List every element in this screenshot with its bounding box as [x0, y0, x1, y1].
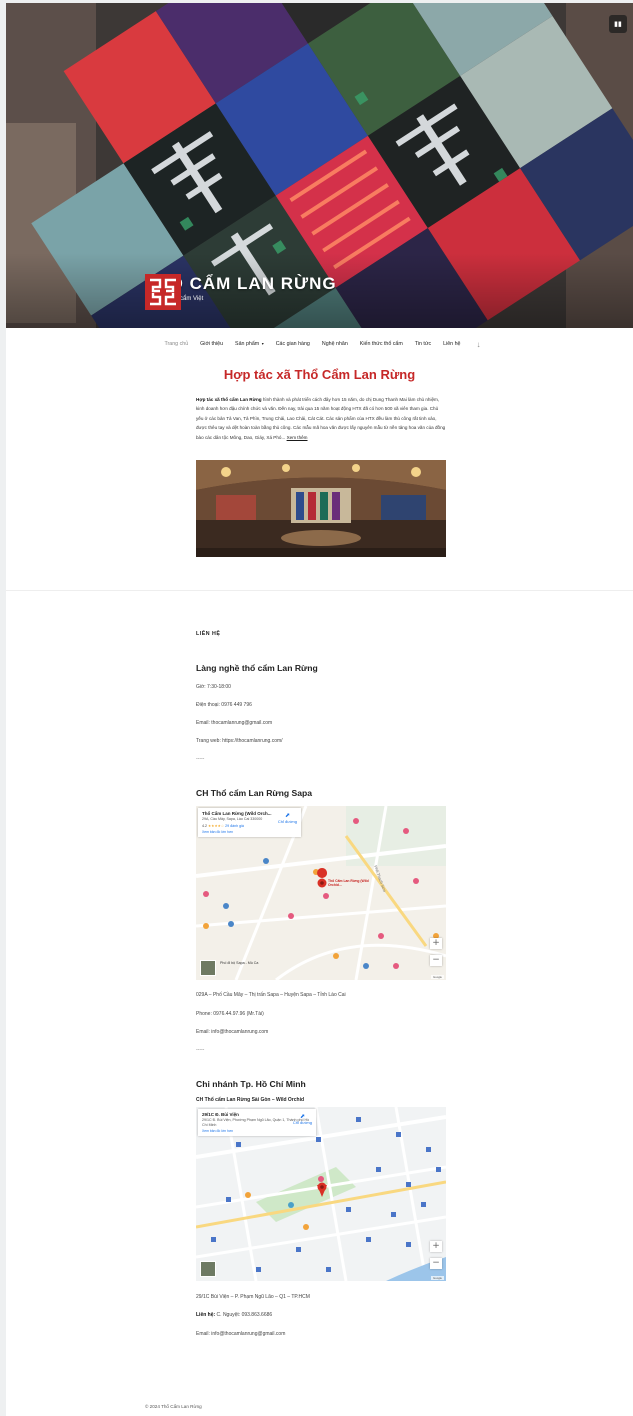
nav-item-news[interactable]: Tin tức: [415, 341, 431, 347]
zoom-in-button[interactable]: +: [430, 1241, 442, 1252]
hcm-email: Email: info@thocamlanrung@gmail.com: [196, 1331, 286, 1337]
site-logo[interactable]: [145, 274, 181, 310]
star-icon: ★★★★☆: [208, 823, 225, 828]
section-divider: [6, 590, 633, 591]
larger-map-link[interactable]: Xem bản đồ lớn hơn: [202, 1129, 312, 1133]
hcm-contact-label: Liên hệ:: [196, 1312, 216, 1318]
satellite-thumbnail[interactable]: [200, 1261, 216, 1277]
separator: -----: [196, 756, 205, 762]
map-attribution: Google: [430, 975, 444, 979]
map-info-card: Thổ Cẩm Lan Rừng (Wild Orch... 29A, Cầu …: [198, 808, 301, 837]
read-more-link[interactable]: Xem thêm: [287, 435, 308, 440]
footer-copyright: © 2024 Thổ Cẩm Lan Rừng: [145, 1404, 202, 1409]
contact-section-label: LIÊN HỆ: [196, 631, 221, 637]
sapa-email: Email: info@thocamlanrung.com: [196, 1029, 269, 1035]
hcm-address: 29/1C Bùi Viện – P. Phạm Ngũ Lão – Q1 – …: [196, 1294, 310, 1300]
hcm-map[interactable]: 29/1C Đ. Bùi Viện 29/1C Đ. Bùi Viện, Phư…: [196, 1107, 446, 1281]
village-email: Email: thocamlanrung@gmail.com: [196, 720, 273, 726]
directions-button[interactable]: ⬈ Chỉ đường: [293, 1113, 312, 1125]
sapa-address: 029A – Phố Cầu Mây – Thị trấn Sapa – Huy…: [196, 992, 346, 998]
store-interior-image: [196, 460, 446, 557]
nav-item-products[interactable]: Sản phẩm ▾: [235, 341, 264, 347]
rating-value: 4.2: [202, 823, 207, 828]
map-info-card: 29/1C Đ. Bùi Viện 29/1C Đ. Bùi Viện, Phư…: [198, 1109, 316, 1137]
village-hours: Giờ: 7:30-18:00: [196, 684, 231, 690]
directions-icon: ⬈: [284, 813, 290, 819]
chevron-down-icon: ▾: [261, 341, 264, 346]
menu-icon[interactable]: ▮▮: [609, 15, 627, 33]
hcm-contact: Liên hệ: C. Nguyệt: 093.863.6686: [196, 1312, 272, 1318]
site-branding: THỔ CẨM LAN RỪNG Làm nên thổ cẩm Việt: [145, 274, 337, 310]
village-title: Làng nghề thổ cẩm Lan Rừng: [196, 663, 318, 673]
main-navigation: Trang chủ Giới thiệu Sản phẩm ▾ Các gian…: [6, 331, 633, 357]
directions-button[interactable]: ⬈ Chỉ đường: [278, 812, 297, 824]
zoom-out-button[interactable]: −: [430, 1258, 442, 1269]
hcm-store-subtitle: CH Thổ cẩm Lan Rừng Sài Gòn – Wild Orchi…: [196, 1097, 305, 1103]
nav-item-knowledge[interactable]: Kiến thức thổ cẩm: [360, 341, 403, 347]
zoom-out-button[interactable]: −: [430, 955, 442, 966]
nav-item-about[interactable]: Giới thiệu: [200, 341, 223, 347]
directions-label: Chỉ đường: [292, 1120, 312, 1125]
separator: -----: [196, 1047, 205, 1053]
intro-body: hình thành và phát triển cách đây hơn 15…: [196, 397, 446, 440]
hero-banner: ▮▮ THỔ CẨM LAN RỪNG Làm nên thổ cẩm Việt: [6, 3, 633, 328]
zoom-in-button[interactable]: +: [430, 938, 442, 949]
village-website: Trang web: https://thocamlanrung.com/: [196, 738, 283, 744]
sapa-map[interactable]: Phố Thạch Sơn Thổ Cẩm Lan Rừng (Wild Orc…: [196, 806, 446, 980]
page: ▮▮ THỔ CẨM LAN RỪNG Làm nên thổ cẩm Việt…: [6, 3, 633, 1416]
nav-item-stores[interactable]: Các gian hàng: [276, 341, 310, 347]
review-count[interactable]: 29 đánh giá: [225, 824, 244, 828]
village-phone: Điện thoại: 0976 449 796: [196, 702, 252, 708]
intro-text: Hợp tác xã thổ cẩm Lan Rừng hình thành v…: [196, 395, 446, 442]
sapa-phone: Phone: 0976.44.97.96 (Mr.Tài): [196, 1011, 264, 1017]
map-pin-label[interactable]: Thổ Cẩm Lan Rừng (Wild Orchid...: [328, 879, 378, 887]
directions-icon: ⬈: [299, 1114, 305, 1120]
nav-item-products-label: Sản phẩm: [235, 341, 260, 347]
arrow-down-icon[interactable]: ↓: [477, 340, 481, 349]
intro-lead: Hợp tác xã thổ cẩm Lan Rừng: [196, 397, 262, 402]
thumb-label: Phố đi bộ Sapa - Mù Ca: [220, 961, 259, 965]
nav-item-artisans[interactable]: Nghệ nhân: [322, 341, 348, 347]
intro-title: Hợp tác xã Thổ Cẩm Lan Rừng: [223, 367, 416, 382]
map-card-rating: 4.2 ★★★★☆ 29 đánh giá: [202, 824, 297, 828]
directions-label: Chỉ đường: [277, 819, 297, 824]
hcm-contact-value: C. Nguyệt: 093.863.6686: [215, 1312, 273, 1318]
satellite-thumbnail[interactable]: [200, 960, 216, 976]
larger-map-link[interactable]: Xem bản đồ lớn hơn: [202, 830, 297, 834]
hcm-branch-title: Chi nhánh Tp. Hồ Chí Minh: [196, 1079, 306, 1089]
nav-item-contact[interactable]: Liên hệ: [443, 341, 460, 347]
nav-item-home[interactable]: Trang chủ: [164, 341, 188, 347]
map-attribution: Google: [430, 1276, 444, 1280]
sapa-store-title: CH Thổ cẩm Lan Rừng Sapa: [196, 788, 313, 798]
